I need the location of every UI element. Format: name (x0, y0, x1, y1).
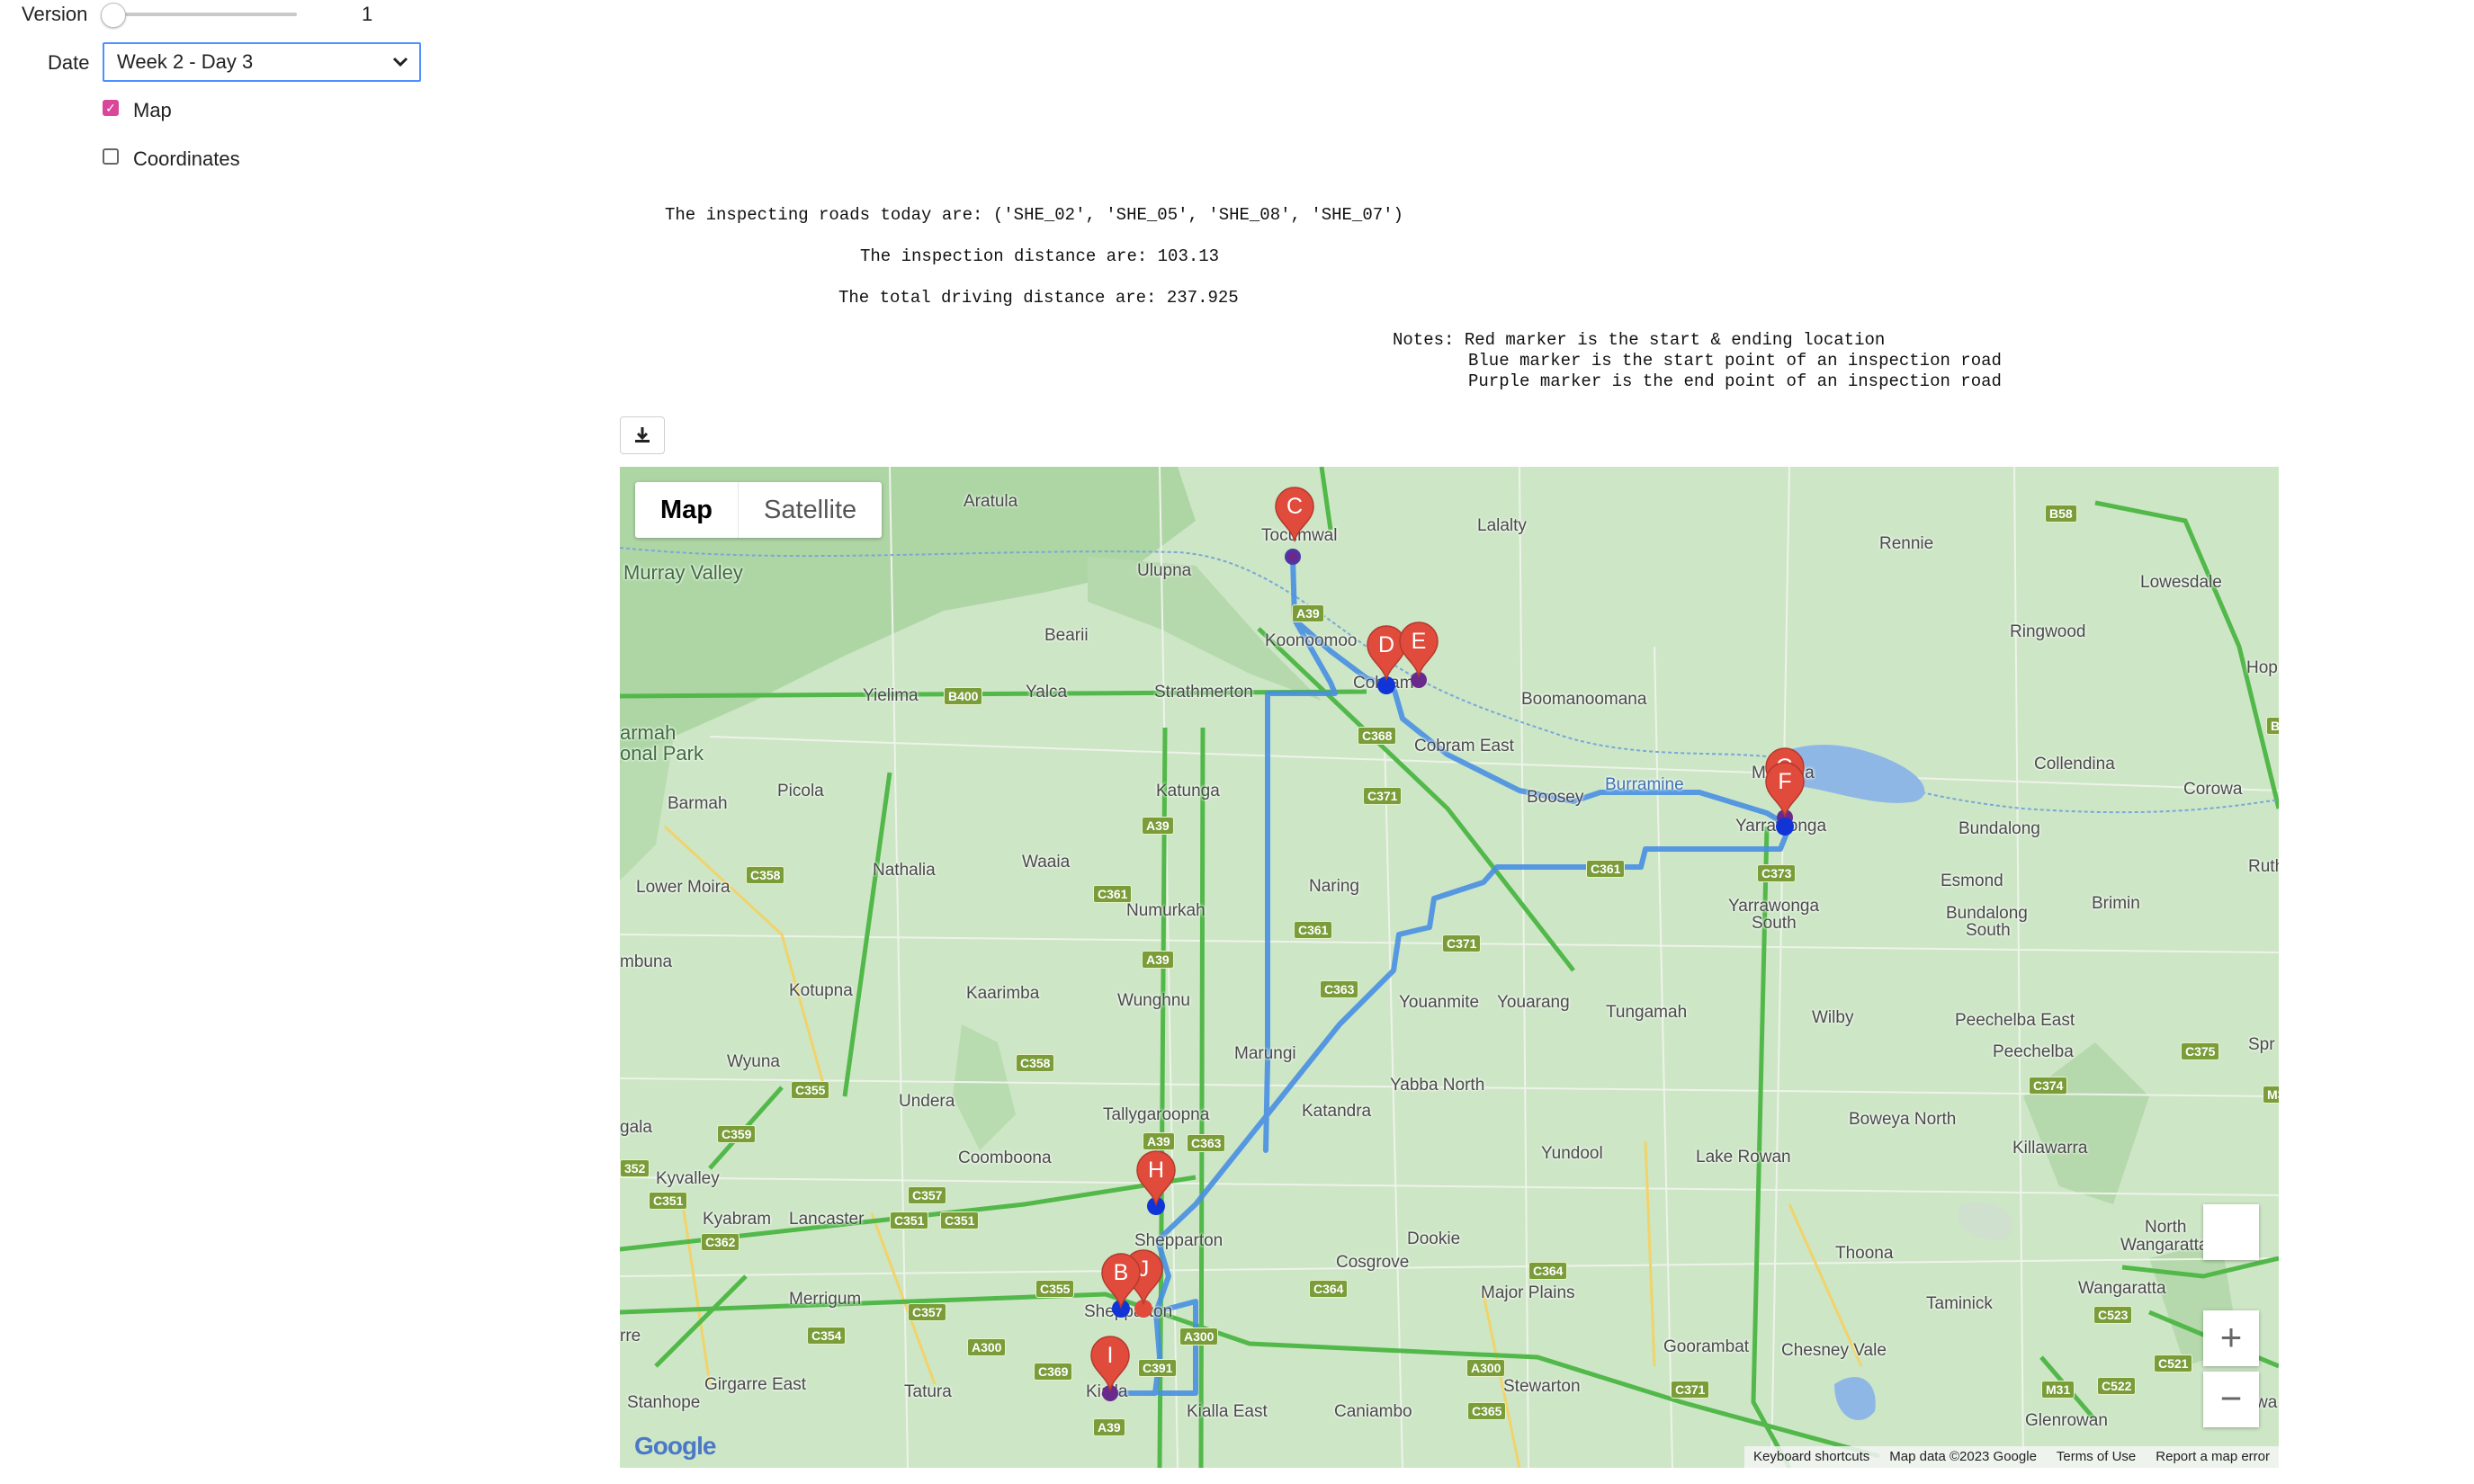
route-points (1102, 549, 1794, 1401)
start-point-dot (1776, 818, 1794, 836)
date-select-value: Week 2 - Day 3 (117, 50, 254, 73)
route-map[interactable]: Map Satellite Aratula Lalalty Tocumwal U… (620, 467, 2279, 1468)
map-marker-i[interactable]: I (1089, 1336, 1131, 1391)
map-marker-f[interactable]: F (1764, 762, 1806, 818)
coordinates-checkbox-label: Coordinates (133, 148, 240, 170)
version-label: Version (22, 3, 88, 25)
map-marker-b[interactable]: B (1100, 1253, 1142, 1309)
date-select[interactable]: Week 2 - Day 3 (103, 42, 421, 82)
version-value: 1 (362, 3, 373, 25)
notes-line-2: Blue marker is the start point of an ins… (1468, 351, 2002, 371)
zoom-out-button[interactable]: − (2203, 1372, 2259, 1427)
notes-line-3: Purple marker is the end point of an ins… (1468, 371, 2002, 391)
version-slider-track[interactable] (112, 13, 297, 16)
google-logo: Google (634, 1432, 716, 1460)
zoom-in-button[interactable]: + (2203, 1310, 2259, 1366)
chevron-down-icon (390, 44, 410, 92)
map-marker-e[interactable]: E (1398, 621, 1439, 677)
keyboard-shortcuts-link[interactable]: Keyboard shortcuts (1753, 1446, 1869, 1468)
download-button[interactable] (620, 416, 665, 454)
roads-line: The inspecting roads today are: ('SHE_02… (665, 205, 1403, 225)
marker-label: I (1107, 1343, 1114, 1368)
marker-label: C (1286, 494, 1304, 519)
inspection-distance-line: The inspection distance are: 103.13 (860, 246, 1220, 266)
coordinates-checkbox[interactable] (103, 148, 119, 165)
map-attribution-bar: Keyboard shortcuts Map data ©2023 Google… (1744, 1446, 2279, 1468)
terms-link[interactable]: Terms of Use (2057, 1446, 2136, 1468)
pegman-button[interactable] (2203, 1204, 2259, 1260)
map-checkbox-label: Map (133, 99, 172, 121)
map-marker-c[interactable]: C (1274, 487, 1315, 542)
total-distance-line: The total driving distance are: 237.925 (838, 288, 1239, 308)
marker-label: H (1147, 1158, 1165, 1183)
download-icon (632, 427, 653, 457)
version-slider-handle[interactable] (101, 3, 126, 28)
report-error-link[interactable]: Report a map error (2156, 1446, 2270, 1468)
map-data-text: Map data ©2023 Google (1889, 1449, 2037, 1464)
map-marker-h[interactable]: H (1135, 1150, 1177, 1206)
map-checkbox[interactable]: ✓ (103, 100, 119, 116)
marker-label: B (1113, 1260, 1129, 1285)
marker-label: E (1411, 629, 1427, 654)
marker-label: F (1778, 769, 1792, 794)
notes-line-1: Notes: Red marker is the start & ending … (1393, 330, 1886, 350)
date-label: Date (48, 51, 90, 74)
